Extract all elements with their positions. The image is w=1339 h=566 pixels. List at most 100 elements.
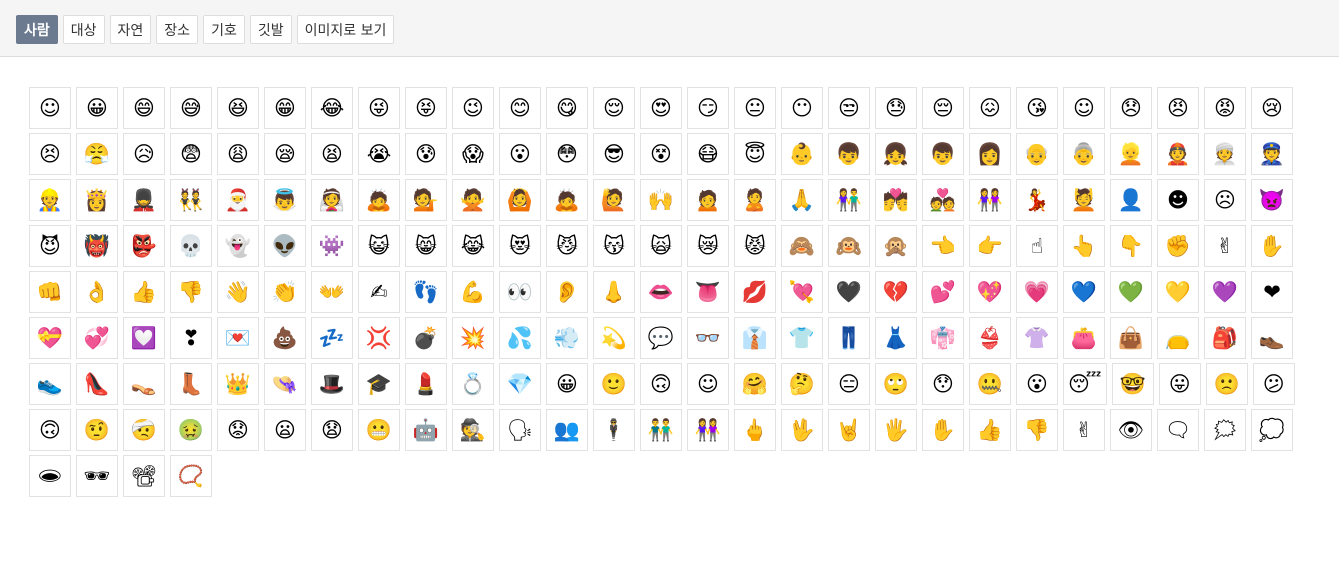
emoji-button[interactable]: 😰: [405, 133, 447, 175]
emoji-button[interactable]: 😩: [217, 133, 259, 175]
emoji-button[interactable]: 😏: [687, 87, 729, 129]
emoji-button[interactable]: 😽: [593, 225, 635, 267]
emoji-button[interactable]: 🙂: [593, 363, 635, 405]
emoji-button[interactable]: 😈: [29, 225, 71, 267]
emoji-button[interactable]: 💬: [640, 317, 682, 359]
emoji-button[interactable]: 😬: [358, 409, 400, 451]
tab-category-4[interactable]: 기호: [203, 15, 245, 44]
emoji-button[interactable]: 🤢: [170, 409, 212, 451]
emoji-button[interactable]: 🖐: [875, 409, 917, 451]
emoji-button[interactable]: 😉: [452, 87, 494, 129]
emoji-button[interactable]: 😱: [452, 133, 494, 175]
emoji-button[interactable]: 😺: [358, 225, 400, 267]
emoji-button[interactable]: 🤐: [969, 363, 1011, 405]
emoji-button[interactable]: 🙋: [593, 179, 635, 221]
emoji-button[interactable]: 🙁: [1205, 363, 1248, 405]
tab-category-3[interactable]: 장소: [156, 15, 199, 44]
emoji-button[interactable]: 😀: [546, 363, 588, 405]
emoji-button[interactable]: 😷: [687, 133, 729, 175]
emoji-button[interactable]: 😨: [170, 133, 212, 175]
emoji-button[interactable]: 👚: [1016, 317, 1058, 359]
emoji-button[interactable]: 👓: [687, 317, 729, 359]
emoji-button[interactable]: 💆: [1063, 179, 1105, 221]
emoji-button[interactable]: 👛: [1063, 317, 1105, 359]
emoji-button[interactable]: ✋: [1251, 225, 1293, 267]
emoji-button[interactable]: 🙇: [358, 179, 400, 221]
emoji-button[interactable]: 😆: [217, 87, 259, 129]
emoji-button[interactable]: 😕: [1252, 363, 1295, 405]
emoji-button[interactable]: 🗯: [1204, 409, 1246, 451]
emoji-button[interactable]: 🙅: [452, 179, 494, 221]
tab-category-1[interactable]: 대상: [62, 15, 105, 44]
emoji-button[interactable]: 💤: [311, 317, 353, 359]
emoji-button[interactable]: 👧: [875, 133, 917, 175]
emoji-button[interactable]: 👍: [969, 409, 1011, 451]
emoji-button[interactable]: 🎩: [311, 363, 353, 405]
emoji-button[interactable]: ☹: [1204, 179, 1246, 221]
emoji-button[interactable]: 🎒: [1204, 317, 1246, 359]
emoji-button[interactable]: 👹: [76, 225, 118, 267]
emoji-button[interactable]: 🙉: [828, 225, 870, 267]
emoji-button[interactable]: 🎅: [217, 179, 259, 221]
emoji-button[interactable]: 😪: [264, 133, 306, 175]
emoji-button[interactable]: 💕: [922, 271, 964, 313]
emoji-button[interactable]: ❤: [1251, 271, 1293, 313]
emoji-button[interactable]: 🤨: [76, 409, 118, 451]
emoji-button[interactable]: 👗: [875, 317, 917, 359]
emoji-button[interactable]: 👑: [217, 363, 259, 405]
emoji-button[interactable]: 👬: [640, 409, 682, 451]
emoji-button[interactable]: 😌: [593, 87, 635, 129]
emoji-button[interactable]: 👟: [29, 363, 71, 405]
emoji-button[interactable]: 👱: [1110, 133, 1152, 175]
emoji-button[interactable]: 👺: [123, 225, 165, 267]
emoji-button[interactable]: 👶: [781, 133, 823, 175]
emoji-button[interactable]: 💦: [499, 317, 541, 359]
emoji-button[interactable]: 💏: [875, 179, 917, 221]
emoji-button[interactable]: 😜: [358, 87, 400, 129]
emoji-button[interactable]: ✌: [1063, 409, 1105, 451]
emoji-button[interactable]: 🙈: [781, 225, 823, 267]
emoji-button[interactable]: 👎: [1016, 409, 1058, 451]
emoji-button[interactable]: 👥: [546, 409, 588, 451]
emoji-button[interactable]: 💀: [170, 225, 212, 267]
emoji-button[interactable]: 🕵: [452, 409, 494, 451]
emoji-button[interactable]: 😔: [922, 87, 964, 129]
emoji-button[interactable]: 💚: [1110, 271, 1152, 313]
emoji-button[interactable]: 👫: [828, 179, 870, 221]
emoji-button[interactable]: 💝: [29, 317, 71, 359]
emoji-button[interactable]: 🤗: [734, 363, 776, 405]
emoji-button[interactable]: 😓: [875, 87, 917, 129]
emoji-button[interactable]: 👌: [76, 271, 118, 313]
emoji-button[interactable]: 👇: [1110, 225, 1152, 267]
emoji-button[interactable]: 😁: [264, 87, 306, 129]
emoji-button[interactable]: 🎓: [358, 363, 400, 405]
emoji-button[interactable]: 👽: [264, 225, 306, 267]
emoji-button[interactable]: 💟: [123, 317, 165, 359]
emoji-button[interactable]: 🕶: [76, 455, 118, 497]
emoji-button[interactable]: ✌: [1204, 225, 1246, 267]
tab-category-6[interactable]: 이미지로 보기: [296, 15, 395, 44]
emoji-button[interactable]: 👘: [922, 317, 964, 359]
emoji-button[interactable]: 💍: [452, 363, 494, 405]
emoji-button[interactable]: 😵: [640, 133, 682, 175]
emoji-button[interactable]: 😂: [311, 87, 353, 129]
emoji-button[interactable]: 😘: [1016, 87, 1058, 129]
emoji-button[interactable]: 😴: [1063, 363, 1107, 405]
emoji-button[interactable]: 👅: [687, 271, 729, 313]
emoji-button[interactable]: 👼: [264, 179, 306, 221]
emoji-button[interactable]: 👋: [217, 271, 259, 313]
emoji-button[interactable]: 😮: [1016, 363, 1058, 405]
emoji-button[interactable]: 🤕: [123, 409, 165, 451]
emoji-button[interactable]: 😾: [734, 225, 776, 267]
emoji-button[interactable]: ✊: [1157, 225, 1199, 267]
tab-category-2[interactable]: 자연: [109, 15, 152, 44]
emoji-button[interactable]: 😋: [546, 87, 588, 129]
emoji-button[interactable]: 🙃: [640, 363, 682, 405]
emoji-button[interactable]: 👂: [546, 271, 588, 313]
emoji-button[interactable]: 👠: [76, 363, 118, 405]
emoji-button[interactable]: 👴: [1016, 133, 1058, 175]
emoji-button[interactable]: 😎: [593, 133, 635, 175]
emoji-button[interactable]: 👻: [217, 225, 259, 267]
emoji-button[interactable]: 🙇: [546, 179, 588, 221]
emoji-button[interactable]: 👤: [1110, 179, 1152, 221]
